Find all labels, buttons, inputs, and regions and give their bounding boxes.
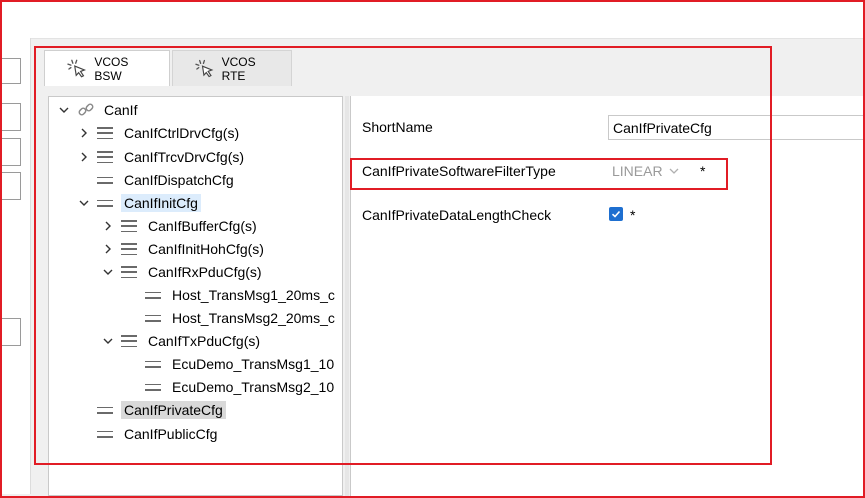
dlc-check-label: CanIfPrivateDataLengthCheck [362, 207, 552, 223]
tree-node-canif[interactable]: CanIf [57, 99, 140, 121]
required-marker: * [630, 207, 636, 223]
list-icon [121, 335, 137, 347]
tab-vcos-rte-label: VCOS RTE [221, 54, 256, 83]
chevron-down-icon[interactable] [57, 103, 71, 117]
pointer-click-icon [67, 59, 87, 77]
chevron-down-icon[interactable] [77, 196, 91, 210]
tree-node-label: CanIfPrivateCfg [121, 401, 226, 419]
chevron-right-icon[interactable] [101, 219, 115, 233]
chevron-right-icon[interactable] [101, 242, 115, 256]
dlc-check-checkbox[interactable] [609, 207, 623, 221]
side-input-5[interactable] [0, 318, 21, 346]
tree-node-label: Host_TransMsg2_20ms_c [172, 310, 335, 326]
tree-node-dispatch[interactable]: CanIfDispatchCfg [97, 169, 237, 191]
tree-node-public[interactable]: CanIfPublicCfg [97, 423, 220, 445]
pointer-click-icon [195, 59, 214, 77]
container-icon [97, 430, 113, 438]
top-toolbar-area [2, 2, 863, 39]
tab-vcos-bsw[interactable]: VCOS BSW [44, 50, 170, 86]
container-icon [97, 406, 113, 414]
container-icon [145, 383, 161, 391]
tab-bar: VCOS BSW VCOS RTE [34, 46, 862, 86]
tree-node-label: CanIfTxPduCfg(s) [148, 333, 261, 349]
tree-node-label: Host_TransMsg1_20ms_c [172, 287, 335, 303]
tab-vcos-bsw-label: VCOS BSW [94, 54, 129, 83]
container-icon [97, 176, 113, 184]
panel-splitter[interactable] [345, 96, 349, 496]
tree-node-tx-msg1[interactable]: EcuDemo_TransMsg1_10 [145, 353, 337, 375]
tree-node-label: CanIfInitHohCfg(s) [148, 241, 264, 257]
list-icon [121, 266, 137, 278]
side-input-2[interactable] [0, 103, 21, 131]
chevron-right-icon[interactable] [77, 126, 91, 140]
tree-node-tx-msg2[interactable]: EcuDemo_TransMsg2_10 [145, 376, 337, 398]
tree-node-label: CanIfDispatchCfg [124, 172, 234, 188]
chevron-down-icon[interactable] [101, 265, 115, 279]
container-icon [145, 360, 161, 368]
tab-vcos-rte[interactable]: VCOS RTE [172, 50, 292, 86]
tree-node-label: EcuDemo_TransMsg2_10 [172, 379, 335, 395]
required-marker: * [700, 163, 706, 179]
tree-node-rx-pdu[interactable]: CanIfRxPduCfg(s) [101, 261, 265, 283]
list-icon [121, 243, 137, 255]
tree-node-label: CanIfBufferCfg(s) [148, 218, 257, 234]
tree-node-label: CanIf [104, 102, 138, 118]
tree-node-rx-msg2[interactable]: Host_TransMsg2_20ms_c [145, 307, 338, 329]
side-input-4[interactable] [0, 172, 21, 200]
chevron-down-icon[interactable] [101, 334, 115, 348]
container-icon [145, 291, 161, 299]
left-side-panel [0, 38, 31, 494]
link-icon [78, 103, 94, 116]
tree-node-label: CanIfPublicCfg [124, 426, 218, 442]
tree-node-trcv-drv[interactable]: CanIfTrcvDrvCfg(s) [77, 146, 247, 168]
tree-node-label: CanIfCtrlDrvCfg(s) [124, 125, 240, 141]
properties-panel [350, 96, 863, 496]
tree-node-label: CanIfTrcvDrvCfg(s) [124, 149, 245, 165]
filter-type-label: CanIfPrivateSoftwareFilterType [362, 163, 556, 179]
tree-node-init[interactable]: CanIfInitCfg [77, 192, 201, 214]
side-input-3[interactable] [0, 138, 21, 166]
container-icon [145, 314, 161, 322]
tree-node-label: CanIfInitCfg [121, 194, 201, 212]
filter-type-value: LINEAR [612, 163, 663, 179]
tree-node-label: EcuDemo_TransMsg1_10 [172, 356, 335, 372]
filter-type-select[interactable]: LINEAR [612, 160, 692, 182]
tree-node-rx-msg1[interactable]: Host_TransMsg1_20ms_c [145, 284, 338, 306]
tree-node-private[interactable]: CanIfPrivateCfg [97, 399, 226, 421]
tree-node-label: CanIfRxPduCfg(s) [148, 264, 262, 280]
config-tree[interactable]: CanIf CanIfCtrlDrvCfg(s) CanIfTrcvDrvCfg… [48, 96, 343, 496]
side-input-1[interactable] [0, 58, 21, 84]
tree-node-init-hoh[interactable]: CanIfInitHohCfg(s) [101, 238, 267, 260]
tree-node-tx-pdu[interactable]: CanIfTxPduCfg(s) [101, 330, 263, 352]
chevron-right-icon[interactable] [77, 150, 91, 164]
list-icon [121, 220, 137, 232]
checkmark-icon [611, 210, 621, 218]
list-icon [97, 151, 113, 163]
tree-node-ctrl-drv[interactable]: CanIfCtrlDrvCfg(s) [77, 122, 242, 144]
shortname-input[interactable] [608, 115, 864, 140]
list-icon [97, 127, 113, 139]
container-icon [97, 199, 113, 207]
chevron-down-icon [669, 168, 679, 174]
shortname-label: ShortName [362, 119, 433, 135]
tree-node-buffer[interactable]: CanIfBufferCfg(s) [101, 215, 260, 237]
